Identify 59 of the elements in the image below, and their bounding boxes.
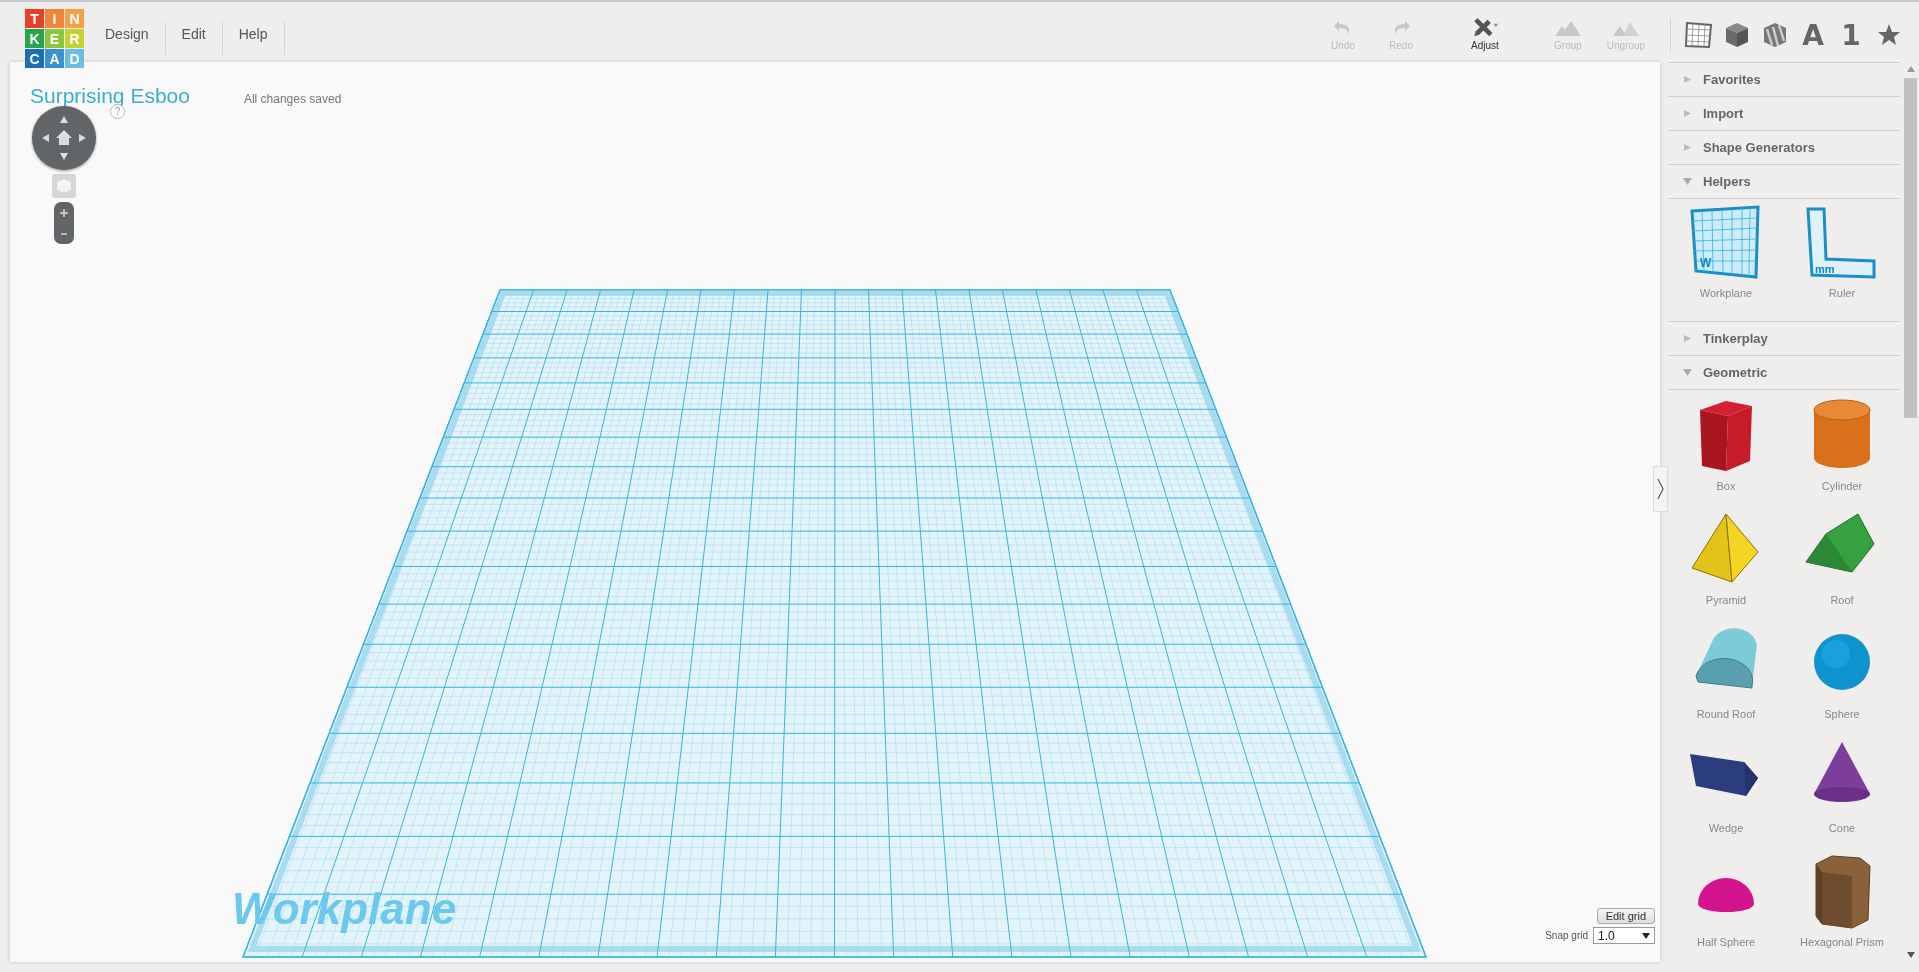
menu-item[interactable]: Help <box>222 22 285 55</box>
snap-grid-select[interactable]: 1.0 <box>1593 927 1655 944</box>
orbit-control[interactable] <box>32 106 96 170</box>
sidebar-section[interactable]: Import <box>1668 97 1900 131</box>
shape-item[interactable]: Cylinder <box>1784 396 1900 510</box>
triangle-right-icon <box>1683 143 1692 152</box>
grid-icon <box>1684 20 1714 50</box>
shape-item[interactable]: Wedge <box>1668 738 1784 852</box>
shape-item[interactable]: Cone <box>1784 738 1900 852</box>
sidebar-section[interactable]: Geometric <box>1668 356 1900 390</box>
shape-item[interactable]: Hexagonal Prism <box>1784 852 1900 962</box>
icon-letter: W <box>1700 256 1712 270</box>
scrollbar-thumb[interactable] <box>1904 78 1917 418</box>
shape-item[interactable]: Box <box>1668 396 1784 510</box>
cube-icon <box>1724 21 1750 49</box>
chevron-right-icon <box>1657 478 1664 500</box>
logo-letter: N <box>65 9 84 28</box>
logo-letter: E <box>45 29 64 48</box>
triangle-down-icon <box>1683 368 1692 377</box>
menu-item[interactable]: Design <box>89 22 166 55</box>
star-icon <box>1877 23 1901 47</box>
logo-letter: A <box>45 49 64 68</box>
scroll-up-icon[interactable] <box>1906 66 1915 72</box>
scroll-down-icon[interactable] <box>1906 952 1915 958</box>
sidebar-section[interactable]: Helpers <box>1668 165 1900 199</box>
shape-item[interactable]: Round Roof <box>1668 624 1784 738</box>
save-status: All changes saved <box>243 92 342 106</box>
collapse-panel-tab[interactable] <box>1653 466 1668 512</box>
logo-letter: D <box>65 49 84 68</box>
zoom-in-icon[interactable] <box>59 207 69 218</box>
triangle-right-icon <box>1683 334 1692 343</box>
shape-item[interactable]: Roof <box>1784 510 1900 624</box>
logo-letter: C <box>25 49 44 68</box>
triangle-right-icon <box>1683 75 1692 84</box>
sidebar-section[interactable]: Shape Generators <box>1668 131 1900 165</box>
triangle-right-icon <box>1683 109 1692 118</box>
striped-cube-icon <box>1762 21 1788 49</box>
shape-item[interactable]: Half Sphere <box>1668 852 1784 962</box>
logo-letter: K <box>25 29 44 48</box>
dropdown-arrow-icon <box>1642 932 1650 939</box>
shape-item[interactable]: Pyramid <box>1668 510 1784 624</box>
snap-grid-label: Snap grid <box>1545 930 1588 941</box>
text-view-button[interactable]: A <box>1794 16 1832 54</box>
shape-item[interactable]: Sphere <box>1784 624 1900 738</box>
cube-icon <box>56 178 72 194</box>
logo-letter: T <box>25 9 44 28</box>
edit-grid-button[interactable]: Edit grid <box>1596 908 1655 924</box>
logo-letter: R <box>65 29 84 48</box>
menu-item[interactable]: Edit <box>165 22 223 55</box>
sidebar-section[interactable]: Favorites <box>1668 63 1900 97</box>
adjust-button[interactable]: Adjust <box>1456 18 1514 51</box>
triangle-down-icon <box>1683 177 1692 186</box>
sidebar-section[interactable]: Tinkerplay <box>1668 322 1900 356</box>
shape-item[interactable]: W Workplane <box>1668 203 1784 315</box>
icon-letter: mm <box>1815 263 1835 275</box>
zoom-control[interactable] <box>54 202 74 244</box>
shape-item[interactable]: mm Ruler <box>1784 203 1900 315</box>
logo-letter: I <box>45 9 64 28</box>
text-view-button[interactable]: 1 <box>1832 16 1870 54</box>
